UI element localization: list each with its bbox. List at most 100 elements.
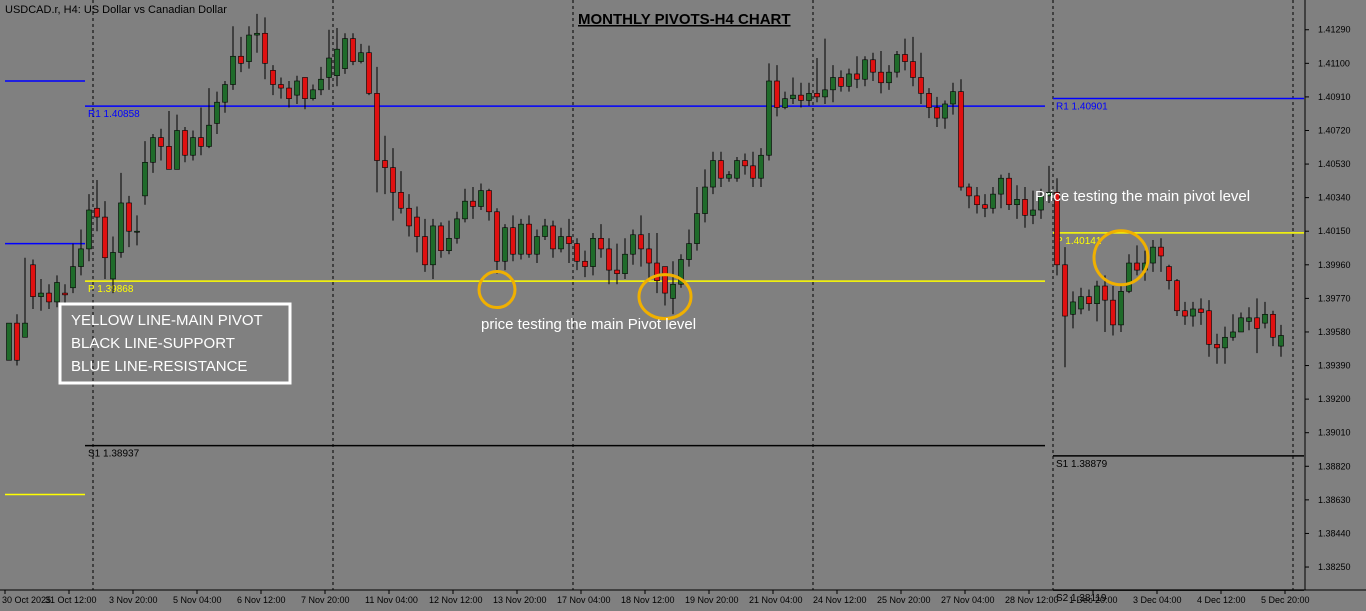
candle-body-119: [958, 91, 964, 188]
candle-body-43: [350, 38, 356, 62]
candle-body-78: [630, 234, 636, 255]
x-tick-label-7: 12 Nov 12:00: [429, 595, 483, 605]
candle-body-134: [1078, 296, 1084, 310]
candle-91: [734, 156, 740, 182]
candle-125: [1006, 172, 1012, 211]
candle-body-12: [102, 216, 108, 259]
candle-body-113: [910, 61, 916, 78]
candle-body-22: [182, 130, 188, 156]
level-label-5: S1 1.38879: [1056, 459, 1108, 470]
y-tick-label-6: 1.40150: [1318, 226, 1351, 236]
candle-body-136: [1094, 285, 1100, 304]
candle-body-158: [1270, 313, 1276, 338]
candle-body-149: [1198, 308, 1204, 313]
candle-body-44: [358, 52, 364, 62]
candle-body-146: [1174, 280, 1180, 312]
y-tick-label-7: 1.39960: [1318, 260, 1351, 270]
candle-body-132: [1062, 264, 1068, 317]
candle-body-27: [222, 84, 228, 103]
candle-body-96: [774, 80, 780, 108]
candle-body-14: [118, 202, 124, 253]
chart-title: MONTHLY PIVOTS-H4 CHART: [578, 11, 791, 28]
candle-body-63: [510, 227, 516, 255]
candle-body-79: [638, 234, 644, 250]
candle-body-35: [286, 87, 292, 99]
candle-body-24: [198, 137, 204, 147]
candle-body-140: [1126, 262, 1132, 292]
candle-body-13: [110, 252, 116, 280]
candle-body-138: [1110, 299, 1116, 326]
x-tick-label-9: 17 Nov 04:00: [557, 595, 611, 605]
candle-body-57: [462, 200, 468, 220]
candle-body-125: [1006, 177, 1012, 206]
candle-body-107: [862, 59, 868, 80]
candle-body-105: [846, 73, 852, 87]
x-tick-label-14: 25 Nov 20:00: [877, 595, 931, 605]
candle-body-70: [566, 236, 572, 244]
candle-body-77: [622, 253, 628, 274]
candle-body-111: [894, 54, 900, 73]
y-tick-label-5: 1.40340: [1318, 193, 1351, 203]
candle-body-26: [214, 101, 220, 124]
candle-body-23: [190, 137, 196, 156]
candle-body-56: [454, 218, 460, 239]
candle-body-5: [46, 292, 52, 303]
candle-body-55: [446, 237, 452, 251]
candle-body-37: [302, 77, 308, 99]
candle-body-19: [158, 137, 164, 147]
candle-body-65: [526, 223, 532, 255]
level-label-1: P 1.39868: [88, 284, 134, 295]
candle-body-71: [574, 243, 580, 262]
y-tick-label-11: 1.39200: [1318, 394, 1351, 404]
candle-body-7: [62, 292, 68, 296]
candle-body-68: [550, 225, 556, 250]
candle-body-91: [734, 160, 740, 179]
legend-line-support: BLACK LINE-SUPPORT: [71, 335, 235, 352]
candle-body-6: [54, 282, 60, 303]
level-label-4: P 1.40141: [1056, 236, 1102, 247]
candle-body-135: [1086, 296, 1092, 304]
price-chart[interactable]: R1 1.40858 P 1.39868 S1 1.38937 R1 1.40901 P…: [0, 0, 1366, 611]
y-tick-label-9: 1.39580: [1318, 327, 1351, 337]
candle-body-29: [238, 55, 244, 64]
level-label-2: S1 1.38937: [88, 449, 140, 460]
annotation-left: price testing the main Pivot level: [481, 316, 696, 333]
candle-body-61: [494, 211, 500, 262]
candle-146: [1174, 278, 1180, 317]
candle-body-15: [126, 202, 132, 232]
candle-body-143: [1150, 246, 1156, 264]
candle-body-116: [934, 107, 940, 119]
x-tick-label-2: 3 Nov 20:00: [109, 595, 158, 605]
x-tick-label-18: 3 Dec 04:00: [1133, 595, 1182, 605]
candle-body-8: [70, 266, 76, 289]
candle-body-9: [78, 248, 84, 267]
candle-body-0: [6, 322, 12, 361]
candle-body-46: [374, 93, 380, 161]
candle-body-48: [390, 167, 396, 193]
candle-body-74: [598, 237, 604, 250]
candle-body-152: [1222, 336, 1228, 349]
candle-body-153: [1230, 331, 1236, 338]
candle-body-25: [206, 124, 212, 147]
candle-body-95: [766, 80, 772, 156]
candle-body-62: [502, 227, 508, 262]
candle-119: [958, 79, 964, 191]
candle-body-109: [878, 71, 884, 84]
candle-45: [366, 45, 372, 96]
candle-body-92: [742, 160, 748, 167]
candle-body-106: [854, 73, 860, 80]
y-tick-label-2: 1.40910: [1318, 92, 1351, 102]
candle-body-40: [326, 57, 332, 78]
y-tick-label-15: 1.38440: [1318, 528, 1351, 538]
candle-body-102: [822, 89, 828, 98]
candle-body-101: [814, 93, 820, 98]
y-tick-label-4: 1.40530: [1318, 159, 1351, 169]
candle-body-151: [1214, 344, 1220, 349]
candle-body-94: [758, 154, 764, 179]
candle-body-11: [94, 207, 100, 218]
x-tick-label-4: 6 Nov 12:00: [237, 595, 286, 605]
candle-body-36: [294, 80, 300, 96]
candle-body-114: [918, 77, 924, 94]
candle-139: [1118, 284, 1124, 332]
candle-body-67: [542, 225, 548, 237]
